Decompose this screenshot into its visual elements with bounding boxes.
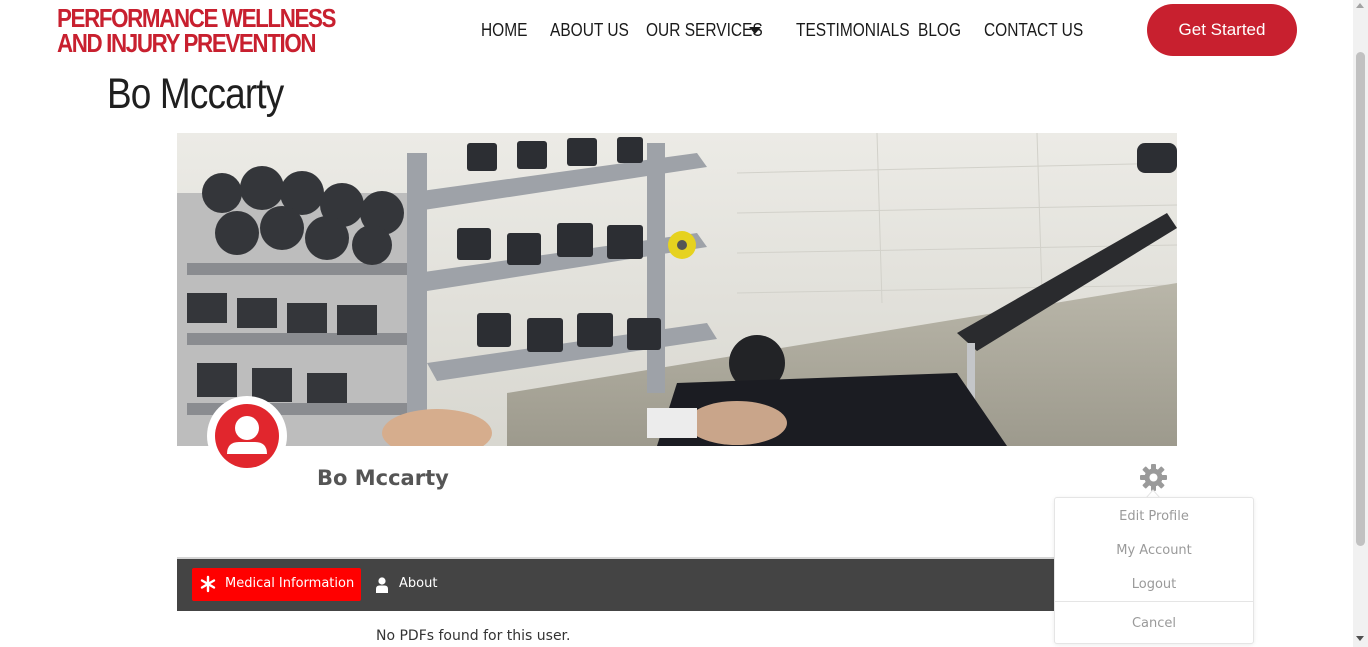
asterisk-icon (200, 575, 216, 593)
scrollbar[interactable] (1353, 0, 1368, 647)
site-logo[interactable]: PERFORMANCE WELLNESS AND INJURY PREVENTI… (57, 5, 336, 58)
gear-icon[interactable] (1140, 464, 1167, 491)
menu-item-logout[interactable]: Logout (1055, 577, 1253, 592)
scroll-up-arrow-icon[interactable] (1356, 3, 1364, 8)
nav-item-blog[interactable]: BLOG (918, 18, 961, 42)
nav-item-home[interactable]: HOME (481, 18, 527, 42)
menu-item-edit-profile[interactable]: Edit Profile (1055, 509, 1253, 524)
tab-label: Medical Information (225, 576, 355, 591)
logo-line-2: AND INJURY PREVENTION (57, 28, 316, 58)
nav-item-our-services[interactable]: OUR SERVICES (646, 18, 763, 42)
profile-name: Bo Mccarty (317, 466, 449, 490)
profile-menu: Edit Profile My Account Logout Cancel (1054, 497, 1254, 644)
avatar[interactable] (207, 396, 287, 476)
user-circle-icon (215, 404, 279, 468)
scroll-down-arrow-icon[interactable] (1356, 636, 1364, 641)
empty-message: No PDFs found for this user. (376, 628, 571, 644)
get-started-button[interactable]: Get Started (1147, 4, 1297, 56)
nav-item-contact-us[interactable]: CONTACT US (984, 18, 1083, 42)
tab-about[interactable]: About (372, 568, 452, 601)
nav-item-testimonials[interactable]: TESTIMONIALS (796, 18, 910, 42)
cover-photo (177, 133, 1177, 446)
menu-divider (1055, 601, 1253, 602)
nav-item-about-us[interactable]: ABOUT US (550, 18, 629, 42)
tab-medical-information[interactable]: Medical Information (192, 568, 361, 601)
tab-label: About (399, 576, 438, 591)
scrollbar-thumb[interactable] (1356, 52, 1365, 546)
user-icon (376, 577, 388, 593)
menu-item-my-account[interactable]: My Account (1055, 543, 1253, 558)
page-title: Bo Mccarty (107, 70, 284, 118)
menu-item-cancel[interactable]: Cancel (1055, 616, 1253, 631)
chevron-down-icon[interactable] (749, 27, 761, 34)
